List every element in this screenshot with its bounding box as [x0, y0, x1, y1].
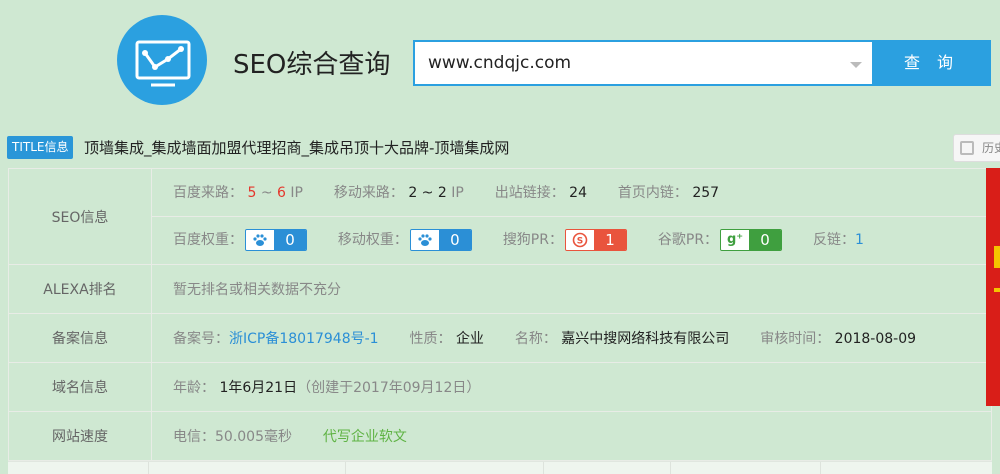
page-title: SEO综合查询: [233, 50, 391, 80]
mobile-traffic-unit: IP: [451, 185, 464, 201]
icp-nature-value: 企业: [455, 331, 484, 347]
sogou-pr-label: 搜狗PR：: [502, 232, 563, 248]
next-table-row: [8, 461, 992, 474]
search-button[interactable]: 查 询: [872, 40, 991, 86]
icp-number-label: 备案号：: [173, 331, 229, 347]
mobile-weight-value: 0: [438, 230, 471, 250]
seo-weight-row: 百度权重： 0 移动权重： 0 搜狗PR： S 1 谷歌PR： g⁺ 0 反链：1: [152, 216, 991, 263]
history-label: 历史: [982, 141, 1000, 155]
search-bar: www.cndqjc.com 查 询: [413, 40, 991, 86]
speed-label: 网站速度: [8, 411, 152, 461]
sogou-icon: S: [565, 230, 594, 250]
seo-info-label: SEO信息: [8, 168, 152, 265]
domain-label: 域名信息: [8, 362, 152, 412]
ad-link[interactable]: 代写企业软文: [323, 429, 407, 445]
domain-age-value: 1年6月21日: [219, 380, 298, 396]
icp-audit-label: 审核时间：: [760, 331, 831, 347]
title-info-tag: TITLE信息: [7, 136, 74, 159]
outlinks-value[interactable]: 24: [569, 185, 587, 201]
seo-info-table: SEO信息 百度来路： 5 ~ 6 IP 移动来路： 2 ~ 2 IP 出站链接…: [8, 168, 992, 461]
baidu-weight-value: 0: [274, 230, 306, 250]
seo-traffic-row: 百度来路： 5 ~ 6 IP 移动来路： 2 ~ 2 IP 出站链接： 24 首…: [152, 170, 991, 216]
alexa-value: 暂无排名或相关数据不充分: [151, 264, 992, 314]
homepage-links-label: 首页内链：: [617, 185, 688, 201]
google-plus-icon: g⁺: [721, 230, 750, 250]
domain-row: 年龄： 1年6月21日（创建于2017年09月12日）: [151, 362, 992, 412]
baidu-traffic-high: 6: [277, 185, 286, 201]
baidu-traffic-unit: IP: [290, 185, 303, 201]
speed-row: 电信：50.005毫秒 代写企业软文: [151, 411, 992, 461]
mobile-traffic-label: 移动来路：: [333, 185, 404, 201]
sogou-pr-badge[interactable]: S1: [564, 229, 627, 251]
mobile-traffic-value: 2 ~ 2: [408, 185, 447, 201]
chart-monitor-icon: [135, 40, 191, 87]
homepage-links-value[interactable]: 257: [692, 185, 719, 201]
icp-audit-value: 2018-08-09: [834, 331, 917, 347]
baidu-weight-badge[interactable]: 0: [245, 229, 307, 251]
outlinks-label: 出站链接：: [494, 185, 565, 201]
mobile-weight-label: 移动权重：: [337, 232, 408, 248]
icp-label: 备案信息: [8, 313, 152, 363]
mobile-weight-badge[interactable]: 0: [409, 229, 472, 251]
chevron-down-icon[interactable]: [850, 62, 862, 68]
icp-name-value: 嘉兴中搜网络科技有限公司: [561, 331, 730, 347]
google-pr-badge[interactable]: g⁺ 0: [720, 229, 783, 251]
domain-age-label: 年龄：: [173, 380, 215, 396]
alexa-label: ALEXA排名: [8, 264, 152, 314]
icp-number-link[interactable]: 浙ICP备18017948号-1: [229, 331, 379, 347]
history-icon: [960, 141, 974, 155]
icp-row: 备案号：浙ICP备18017948号-1 性质： 企业 名称： 嘉兴中搜网络科技…: [151, 313, 992, 363]
icp-nature-label: 性质：: [409, 331, 452, 347]
google-pr-value: 0: [749, 230, 782, 250]
backlinks-label: 反链：: [812, 232, 855, 248]
baidu-traffic-label: 百度来路：: [173, 185, 243, 201]
baidu-paw-icon: [246, 230, 274, 250]
history-button[interactable]: 历史: [953, 134, 1000, 162]
google-pr-label: 谷歌PR：: [657, 232, 719, 248]
mobile-paw-icon: [410, 230, 439, 250]
site-logo[interactable]: [117, 15, 207, 105]
sogou-pr-value: 1: [593, 230, 626, 250]
svg-text:S: S: [577, 237, 583, 247]
side-ad-banner[interactable]: [986, 168, 1000, 406]
backlinks-value[interactable]: 1: [855, 232, 864, 248]
domain-created: （创建于2017年09月12日）: [297, 380, 481, 396]
baidu-traffic-sep: ~: [256, 185, 278, 201]
search-input[interactable]: www.cndqjc.com: [413, 40, 885, 86]
icp-name-label: 名称：: [514, 331, 557, 347]
search-input-value: www.cndqjc.com: [428, 53, 572, 73]
speed-telecom: 电信：50.005毫秒: [173, 429, 292, 445]
baidu-weight-label: 百度权重：: [173, 232, 243, 248]
title-info-text: 顶墙集成_集成墙面加盟代理招商_集成吊顶十大品牌-顶墙集成网: [84, 139, 510, 157]
